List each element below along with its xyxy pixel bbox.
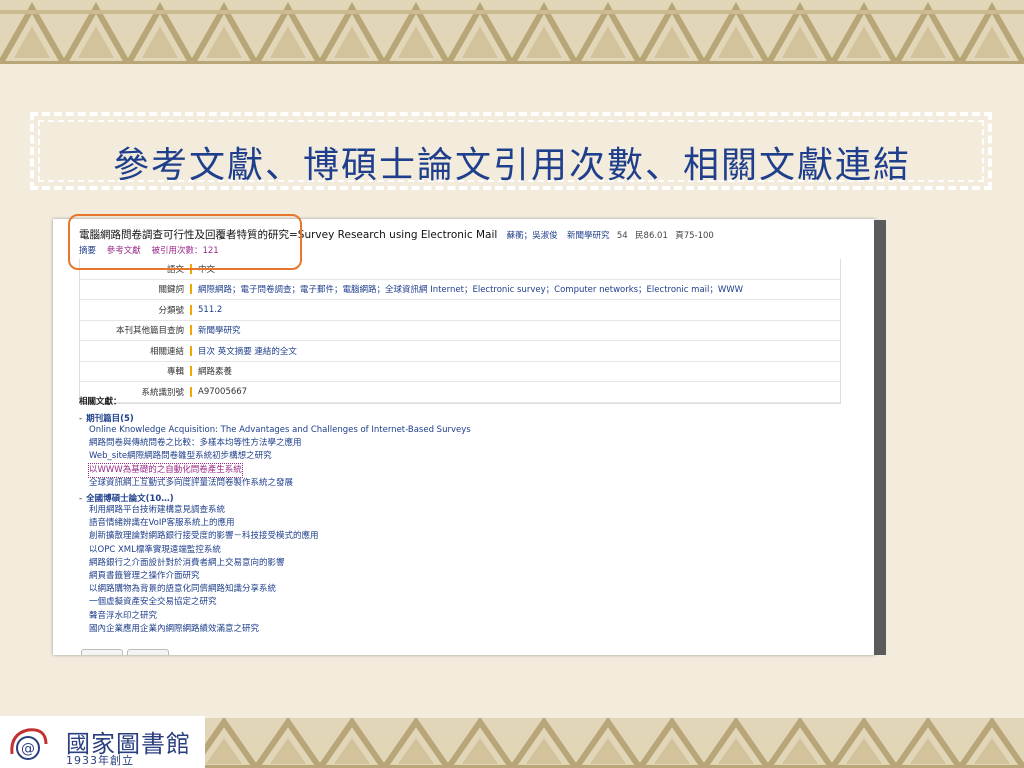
detail-value[interactable]: 目次 英文摘要 連結的全文: [198, 345, 297, 357]
detail-row: 本刊其他篇目查詢 新聞學研究: [80, 321, 840, 341]
related-item[interactable]: 網頁書籤管理之操作介面研究: [89, 571, 200, 581]
thesis-group[interactable]: - 全國博碩士論文(10…): [79, 492, 471, 504]
detail-value[interactable]: 新聞學研究: [198, 324, 241, 336]
bottom-tab[interactable]: [127, 649, 169, 655]
record-pages: 頁75-100: [675, 231, 714, 241]
detail-row: 分類號 511.2: [80, 300, 840, 321]
related-item[interactable]: 一個虛擬資產安全交易協定之研究: [89, 597, 217, 607]
detail-row: 專輯 網路素養: [80, 362, 840, 382]
related-literature: 相關文獻： - 期刊篇目(5) Online Knowledge Acquisit…: [79, 395, 471, 636]
detail-row: 關鍵詞 網際網路；電子問卷調查；電子郵件；電腦網路；全球資訊網 Internet；…: [80, 280, 840, 300]
related-item[interactable]: Online Knowledge Acquisition: The Advant…: [89, 425, 471, 435]
detail-key: 相關連結: [149, 346, 184, 357]
record-date: 民86.01: [635, 231, 668, 241]
scrollbar[interactable]: [874, 220, 886, 655]
related-item[interactable]: 利用網路平台技術建構意見調查系統: [89, 505, 225, 515]
related-item[interactable]: 網路問卷與傳統問卷之比較：多樣本均等性方法學之應用: [89, 438, 302, 448]
related-item[interactable]: Web_site網際網路問卷雛型系統初步構想之研究: [89, 451, 272, 461]
journal-group-label[interactable]: 期刊篇目(5): [86, 414, 134, 424]
related-item[interactable]: 以OPC XML標準實現遠端監控系統: [89, 545, 221, 555]
record-author[interactable]: 蘇蘅；吳淑俊: [507, 231, 558, 241]
detail-separator: [190, 366, 192, 377]
related-item[interactable]: 國內企業應用企業內網際網路績效滿意之研究: [89, 624, 259, 634]
detail-value: 網路素養: [198, 367, 233, 378]
journal-list: Online Knowledge Acquisition: The Advant…: [79, 424, 471, 490]
detail-separator: [190, 325, 192, 336]
decorative-top-band: [0, 0, 1024, 64]
highlight-box: [68, 214, 302, 270]
thesis-list: 利用網路平台技術建構意見調查系統 語音情緒辨識在VoIP客服系統上的應用創新擴散理…: [79, 504, 471, 636]
bottom-tab[interactable]: [81, 649, 123, 655]
related-item[interactable]: 網路銀行之介面設計對於消費者網上交易意向的影響: [89, 558, 285, 568]
related-item[interactable]: 創新擴散理論對網路銀行接受度的影響－科技接受模式的應用: [89, 531, 319, 541]
library-logo: @ 國家圖書館 1933年創立: [0, 716, 205, 768]
svg-text:@: @: [21, 741, 35, 757]
related-heading: 相關文獻：: [79, 397, 122, 407]
detail-key: 分類號: [158, 305, 184, 316]
record-volume: 54: [616, 231, 628, 241]
related-item[interactable]: 以WWW為基礎的之自動化問卷產生系統: [88, 462, 243, 478]
detail-key: 本刊其他篇目查詢: [115, 326, 184, 337]
database-screenshot: 電腦網路問卷調查可行性及回覆者特質的研究=Survey Research usi…: [53, 219, 875, 655]
related-item[interactable]: 全球資訊網上互動式多向度評量法問卷製作系統之發展: [89, 478, 293, 488]
detail-separator: [190, 304, 192, 315]
detail-value[interactable]: 網際網路；電子問卷調查；電子郵件；電腦網路；全球資訊網 Internet；Ele…: [198, 283, 743, 295]
record-journal[interactable]: 新聞學研究: [567, 231, 610, 241]
detail-row: 相關連結 目次 英文摘要 連結的全文: [80, 341, 840, 362]
journal-group[interactable]: - 期刊篇目(5): [79, 412, 471, 424]
related-item[interactable]: 語音情緒辨識在VoIP客服系統上的應用: [89, 518, 235, 528]
related-item[interactable]: 以網路購物為背景的語意化同儕網路知識分享系統: [89, 584, 276, 594]
thesis-group-label[interactable]: 全國博碩士論文(10…): [86, 494, 174, 504]
logo-emblem-icon: @: [10, 728, 48, 760]
detail-separator: [190, 345, 192, 356]
detail-table: 語文 中文 關鍵詞 網際網路；電子問卷調查；電子郵件；電腦網路；全球資訊網 Inter…: [79, 259, 841, 404]
detail-separator: [190, 284, 192, 295]
detail-value[interactable]: 511.2: [198, 305, 222, 315]
bottom-tabs: [81, 649, 173, 655]
logo-year: 1933年創立: [66, 754, 134, 767]
slide-title: 參考文獻、博碩士論文引用次數、相關文獻連結: [112, 145, 911, 186]
related-item[interactable]: 聲音浮水印之研究: [89, 611, 157, 621]
detail-key: 專輯: [166, 367, 184, 378]
detail-key: 關鍵詞: [158, 285, 184, 296]
